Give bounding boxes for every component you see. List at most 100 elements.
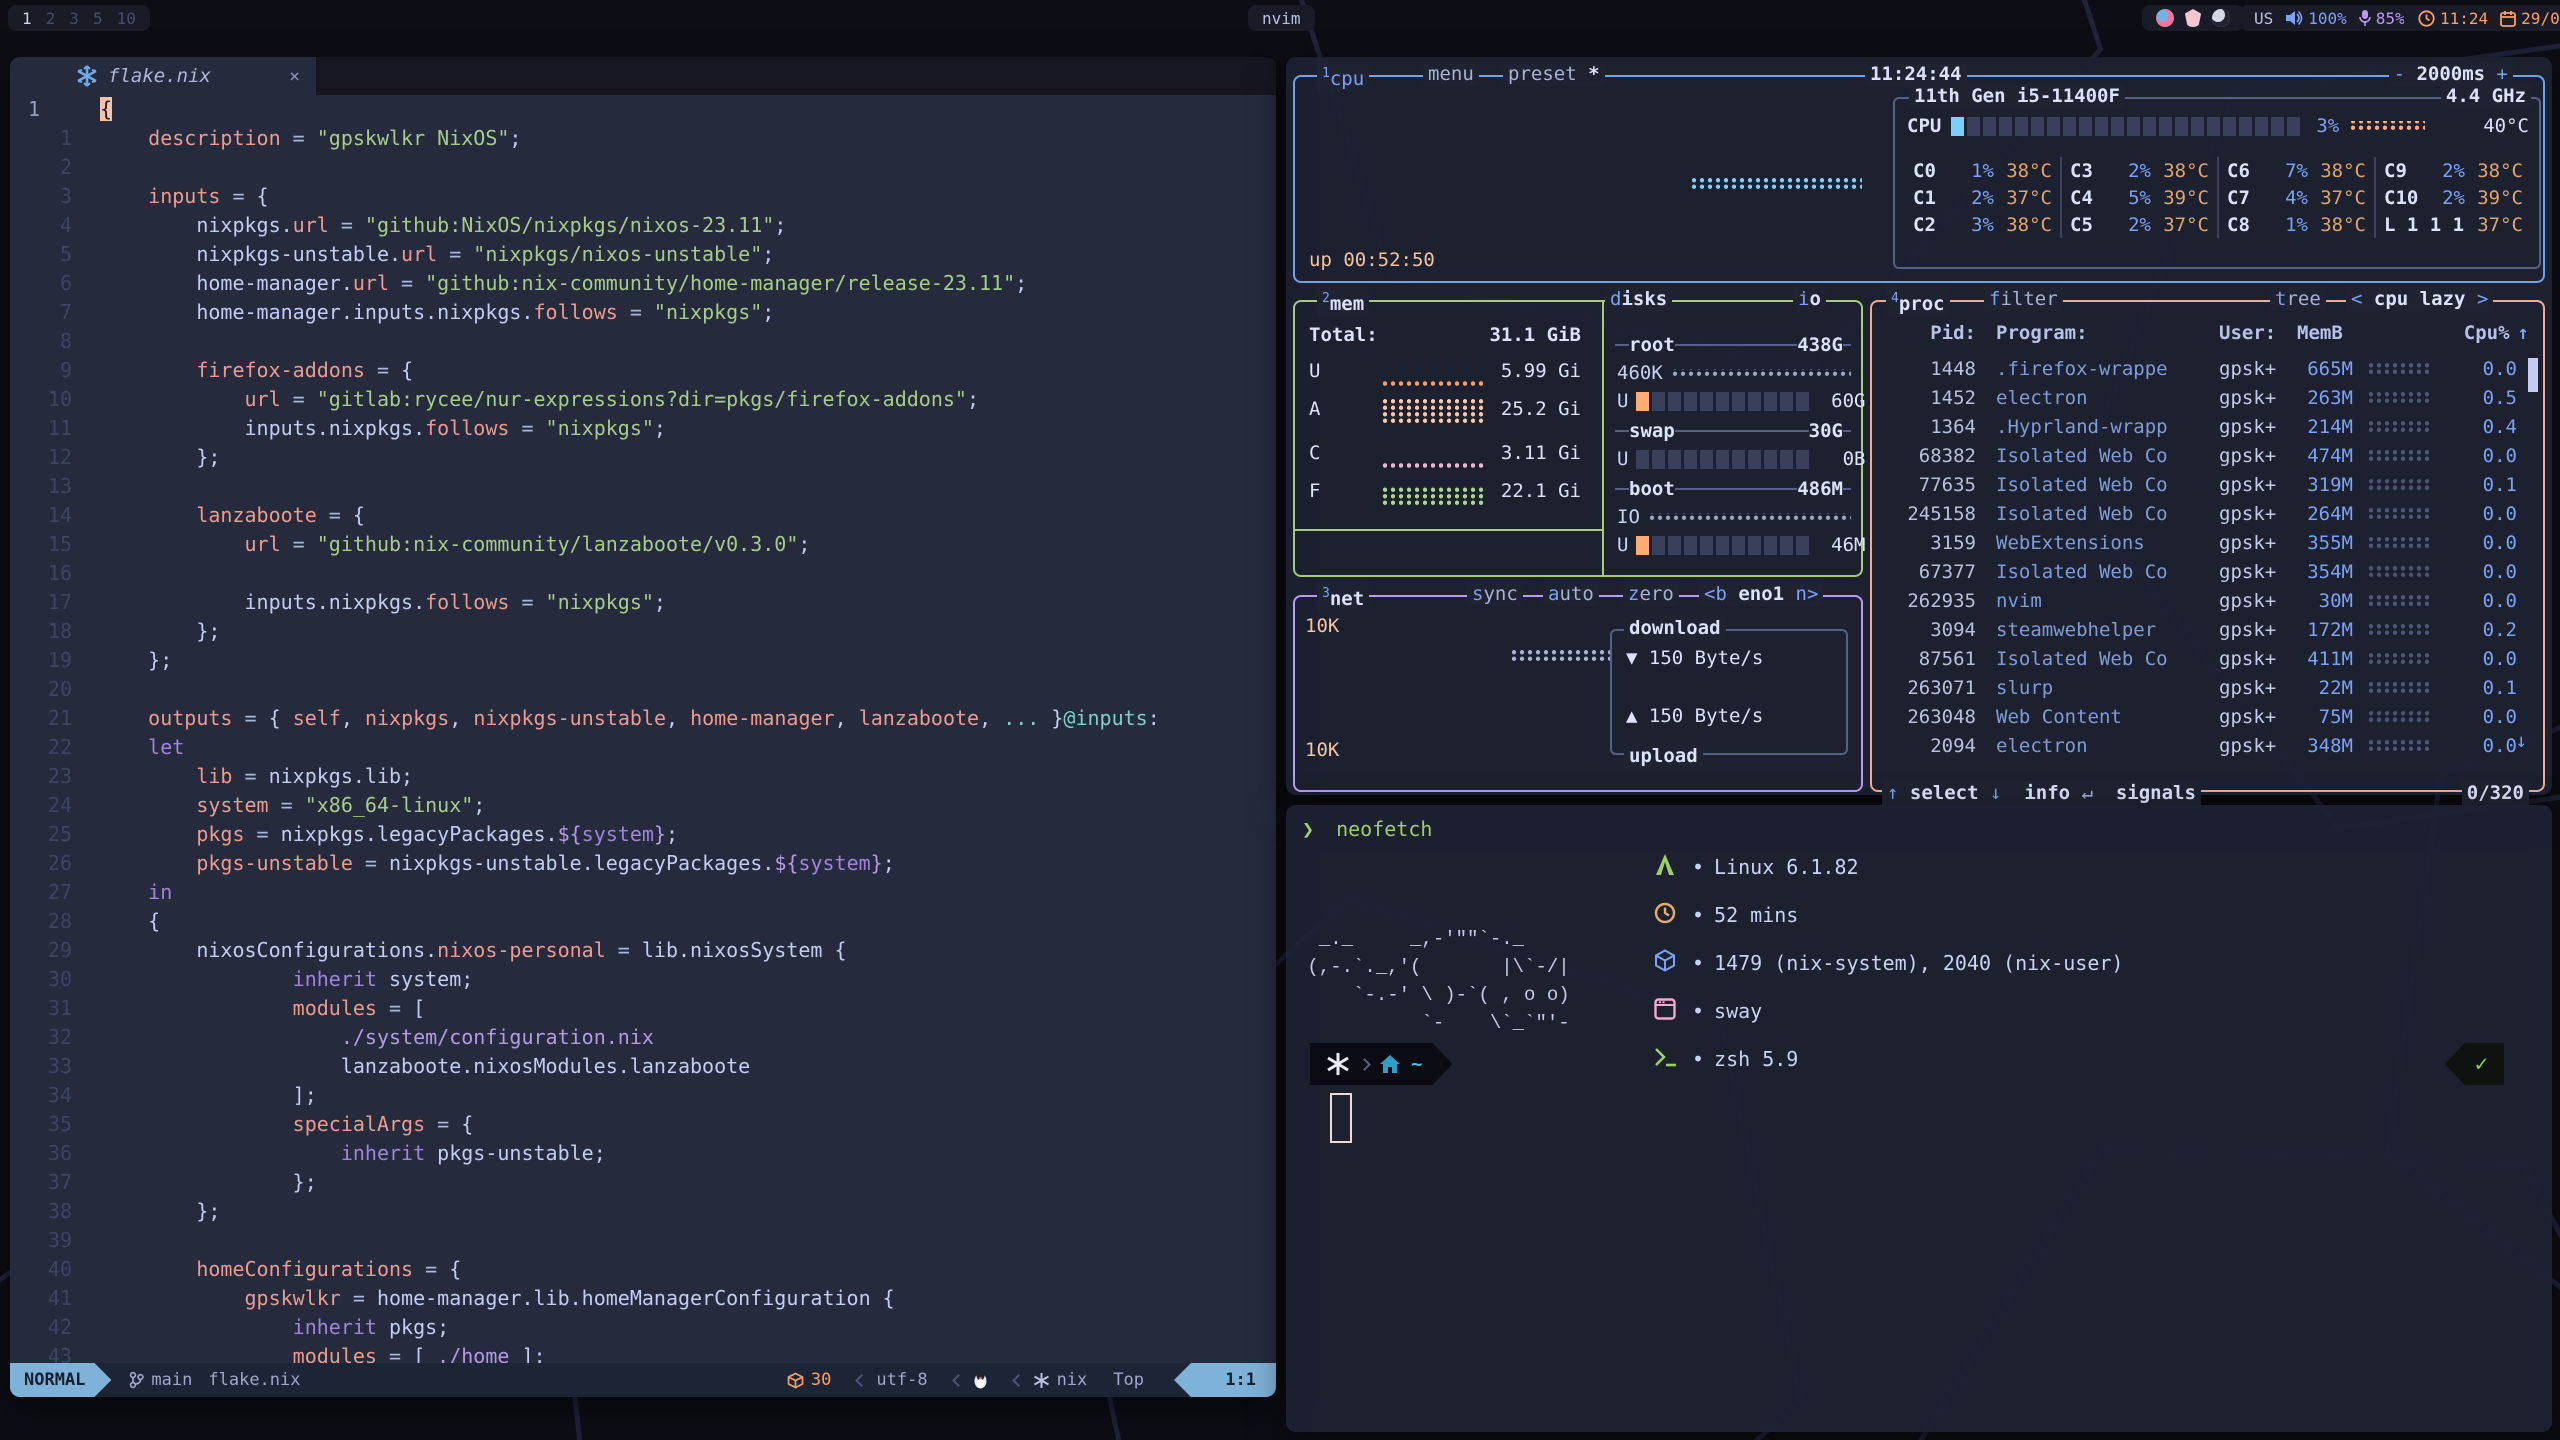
code-line[interactable]: 27 in — [10, 878, 1276, 907]
tab-disks[interactable]: disks — [1605, 287, 1672, 311]
proc-sort-selector[interactable]: < cpu lazy > — [2346, 287, 2493, 311]
code-line[interactable]: 41 gpskwlkr = home-manager.lib.homeManag… — [10, 1284, 1276, 1313]
code-line[interactable]: 1{ — [10, 95, 1276, 124]
code-line[interactable]: 12 }; — [10, 443, 1276, 472]
terminal-window[interactable]: ❯ neofetch _._ _,-'""`-._ (,-.`._,'( |\`… — [1286, 805, 2552, 1432]
code-line[interactable]: 36 inherit pkgs-unstable; — [10, 1139, 1276, 1168]
code-line[interactable]: 11 inputs.nixpkgs.follows = "nixpkgs"; — [10, 414, 1276, 443]
code-line[interactable]: 17 inputs.nixpkgs.follows = "nixpkgs"; — [10, 588, 1276, 617]
workspace-1[interactable]: 1 — [22, 9, 32, 28]
code-line[interactable]: 34 ]; — [10, 1081, 1276, 1110]
steam-icon[interactable] — [2212, 9, 2230, 27]
btop-window[interactable]: 1cpu menu preset * 11:24:44 - 2000ms + u… — [1286, 57, 2552, 795]
tab-flake-nix[interactable]: flake.nix × — [10, 57, 316, 95]
neovim-window[interactable]: flake.nix × 1{1 description = "gpskwlkr … — [10, 57, 1276, 1397]
code-line[interactable]: 28 { — [10, 907, 1276, 936]
app-icon[interactable] — [2156, 9, 2174, 27]
process-row[interactable]: 245158Isolated Web Cogpsk+264M0.0 — [1884, 499, 2517, 528]
tab-net[interactable]: 3net — [1317, 582, 1369, 611]
code-line[interactable]: 42 inherit pkgs; — [10, 1313, 1276, 1342]
code-line[interactable]: 2 — [10, 153, 1276, 182]
code-line[interactable]: 8 — [10, 327, 1276, 356]
process-row[interactable]: 87561Isolated Web Cogpsk+411M0.0 — [1884, 644, 2517, 673]
code-line[interactable]: 29 nixosConfigurations.nixos-personal = … — [10, 936, 1276, 965]
net-sync-button[interactable]: sync — [1467, 582, 1523, 606]
process-row[interactable]: 1448.firefox-wrappegpsk+665M0.0 — [1884, 354, 2517, 383]
sort-direction-icon[interactable]: ↑ — [2518, 322, 2529, 344]
code-line[interactable]: 10 url = "gitlab:rycee/nur-expressions?d… — [10, 385, 1276, 414]
code-line[interactable]: 15 url = "github:nix-community/lanzaboot… — [10, 530, 1276, 559]
workspace-2[interactable]: 2 — [46, 9, 56, 28]
process-row[interactable]: 1364.Hyprland-wrappgpsk+214M0.4 — [1884, 412, 2517, 441]
process-row[interactable]: 2094electrongpsk+348M0.0 — [1884, 731, 2517, 760]
code-line[interactable]: 35 specialArgs = { — [10, 1110, 1276, 1139]
tab-mem[interactable]: 2mem — [1317, 287, 1369, 316]
code-line[interactable]: 3 inputs = { — [10, 182, 1276, 211]
code-line[interactable]: 30 inherit system; — [10, 965, 1276, 994]
system-tray[interactable] — [2142, 5, 2244, 31]
code-line[interactable]: 13 — [10, 472, 1276, 501]
mic-item[interactable]: 85% — [2359, 9, 2405, 28]
code-line[interactable]: 21 outputs = { self, nixpkgs, nixpkgs-un… — [10, 704, 1276, 733]
code-line[interactable]: 7 home-manager.inputs.nixpkgs.follows = … — [10, 298, 1276, 327]
process-row[interactable]: 68382Isolated Web Cogpsk+474M0.0 — [1884, 441, 2517, 470]
code-buffer[interactable]: 1{1 description = "gpskwlkr NixOS";23 in… — [10, 95, 1276, 1363]
code-line[interactable]: 5 nixpkgs-unstable.url = "nixpkgs/nixos-… — [10, 240, 1276, 269]
preset-button[interactable]: preset * — [1503, 62, 1605, 86]
process-row[interactable]: 263071slurpgpsk+22M0.1 — [1884, 673, 2517, 702]
net-zero-button[interactable]: zero — [1623, 582, 1679, 606]
workspace-3[interactable]: 3 — [69, 9, 79, 28]
code-line[interactable]: 25 pkgs = nixpkgs.legacyPackages.${syste… — [10, 820, 1276, 849]
code-line[interactable]: 33 lanzaboote.nixosModules.lanzaboote — [10, 1052, 1276, 1081]
code-line[interactable]: 1 description = "gpskwlkr NixOS"; — [10, 124, 1276, 153]
tab-proc[interactable]: 4proc — [1886, 287, 1950, 316]
process-row[interactable]: 263048Web Contentgpsk+75M0.0 — [1884, 702, 2517, 731]
process-row[interactable]: 3159WebExtensionsgpsk+355M0.0 — [1884, 528, 2517, 557]
proc-header[interactable]: Pid: Program: User: MemB Cpu% ↑ — [1884, 318, 2529, 347]
code-line[interactable]: 43 modules = [ ./home ]; — [10, 1342, 1276, 1363]
hardware-status[interactable]: US 100% 85% — [2240, 5, 2419, 31]
process-row[interactable]: 77635Isolated Web Cogpsk+319M0.1 — [1884, 470, 2517, 499]
process-row[interactable]: 1452electrongpsk+263M0.5 — [1884, 383, 2517, 412]
proc-scrollbar[interactable] — [2528, 358, 2538, 392]
update-interval[interactable]: - 2000ms + — [2389, 62, 2513, 86]
code-line[interactable]: 4 nixpkgs.url = "github:NixOS/nixpkgs/ni… — [10, 211, 1276, 240]
menu-button[interactable]: menu — [1423, 62, 1479, 86]
code-line[interactable]: 16 — [10, 559, 1276, 588]
code-line[interactable]: 19 }; — [10, 646, 1276, 675]
clock-module[interactable]: 11:24 29/03 — [2404, 5, 2560, 31]
code-line[interactable]: 6 home-manager.url = "github:nix-communi… — [10, 269, 1276, 298]
code-line[interactable]: 9 firefox-addons = { — [10, 356, 1276, 385]
code-line[interactable]: 23 lib = nixpkgs.lib; — [10, 762, 1276, 791]
code-line[interactable]: 39 — [10, 1226, 1276, 1255]
proc-footer[interactable]: ↑ select ↓⁣⁣ info ↵ signals — [1882, 781, 2201, 805]
shell-prompt[interactable]: ~ — [1310, 1043, 1452, 1085]
keepassxc-icon[interactable] — [2184, 9, 2202, 27]
scroll-down-icon[interactable]: ↓ — [2516, 730, 2527, 752]
time-item[interactable]: 11:24 — [2418, 9, 2488, 28]
code-line[interactable]: 32 ./system/configuration.nix — [10, 1023, 1276, 1052]
code-line[interactable]: 37 }; — [10, 1168, 1276, 1197]
proc-tree-button[interactable]: tree — [2270, 287, 2326, 311]
net-auto-button[interactable]: auto — [1543, 582, 1599, 606]
terminal-cursor[interactable] — [1330, 1093, 1352, 1143]
code-line[interactable]: 24 system = "x86_64-linux"; — [10, 791, 1276, 820]
proc-list[interactable]: 1448.firefox-wrappegpsk+665M0.01452elect… — [1884, 354, 2517, 760]
volume-item[interactable]: 100% — [2285, 9, 2347, 28]
tab-cpu[interactable]: 1cpu — [1317, 62, 1369, 91]
workspace-10[interactable]: 10 — [117, 9, 136, 28]
process-row[interactable]: 3094steamwebhelpergpsk+172M0.2 — [1884, 615, 2517, 644]
keyboard-layout[interactable]: US — [2254, 9, 2273, 28]
code-line[interactable]: 40 homeConfigurations = { — [10, 1255, 1276, 1284]
date-item[interactable]: 29/03 — [2500, 9, 2560, 28]
code-line[interactable]: 18 }; — [10, 617, 1276, 646]
code-line[interactable]: 14 lanzaboote = { — [10, 501, 1276, 530]
net-interface-selector[interactable]: <b eno1 n> — [1699, 582, 1823, 606]
process-row[interactable]: 262935nvimgpsk+30M0.0 — [1884, 586, 2517, 615]
tab-io[interactable]: io — [1793, 287, 1826, 311]
workspace-5[interactable]: 5 — [93, 9, 103, 28]
code-line[interactable]: 20 — [10, 675, 1276, 704]
code-line[interactable]: 22 let — [10, 733, 1276, 762]
code-line[interactable]: 26 pkgs-unstable = nixpkgs-unstable.lega… — [10, 849, 1276, 878]
code-line[interactable]: 31 modules = [ — [10, 994, 1276, 1023]
